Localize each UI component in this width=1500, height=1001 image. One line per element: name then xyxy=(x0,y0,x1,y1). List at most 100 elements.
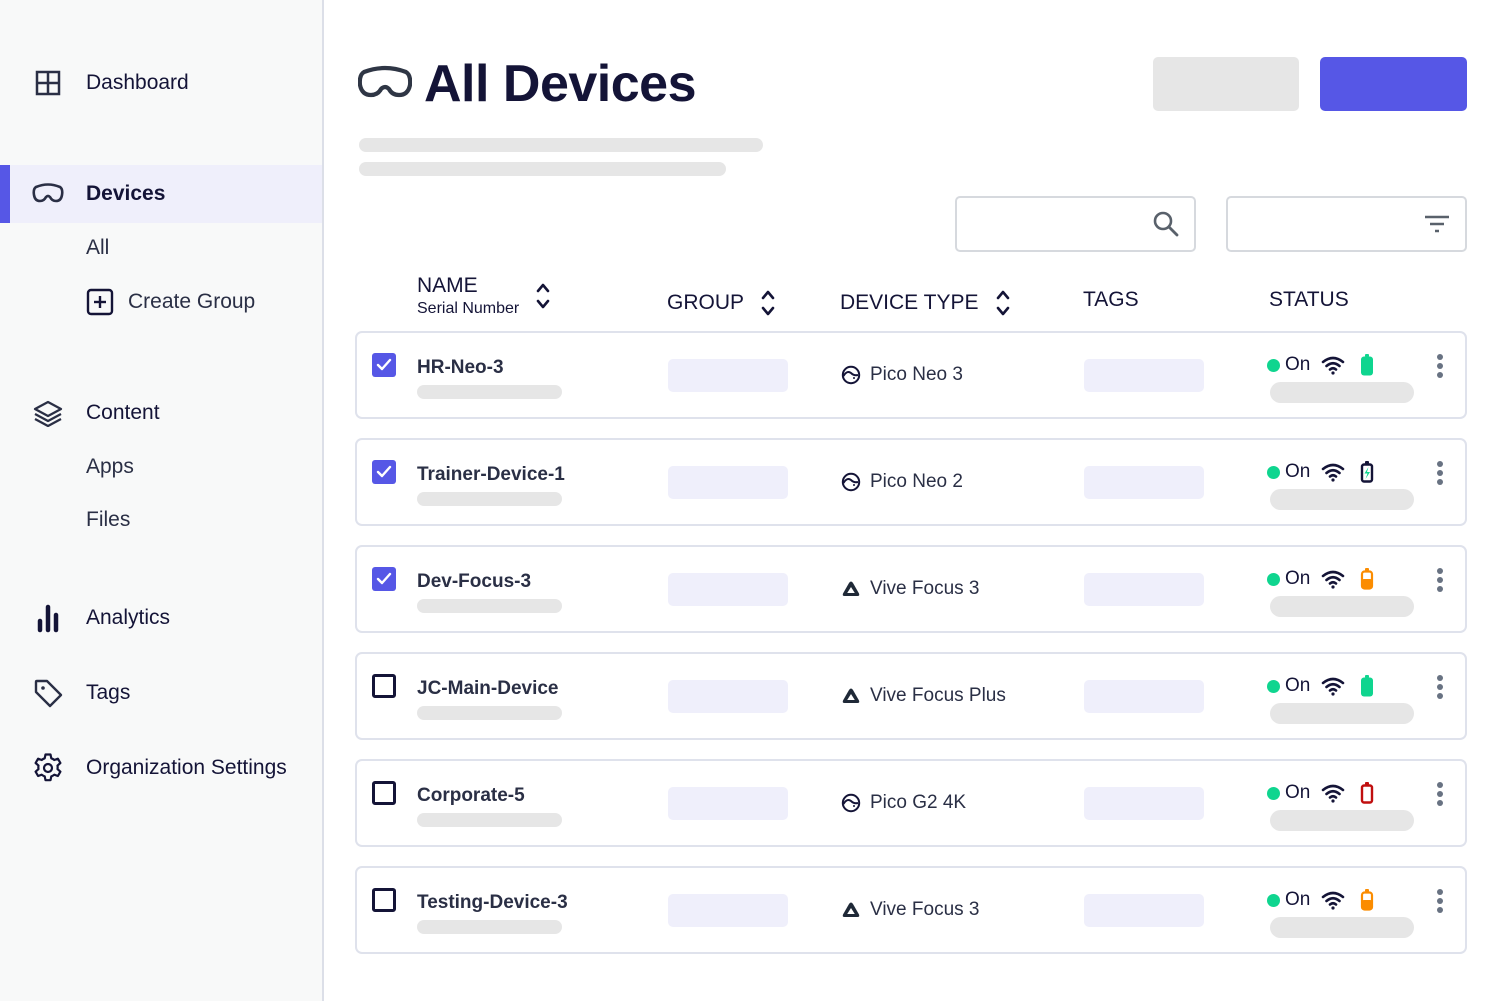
last-seen-placeholder xyxy=(1270,596,1414,617)
column-header-name-label: NAME xyxy=(417,274,478,297)
online-status-dot xyxy=(1267,786,1280,800)
online-status-dot xyxy=(1267,572,1280,586)
column-header-device-type-label: DEVICE TYPE xyxy=(840,291,979,314)
sidebar-item-label: Organization Settings xyxy=(86,756,287,779)
row-checkbox[interactable] xyxy=(372,674,396,698)
table-row[interactable]: Trainer-Device-1 Pico Neo 2 On xyxy=(355,438,1467,526)
serial-number-placeholder xyxy=(417,599,562,613)
wifi-icon xyxy=(1322,356,1345,375)
device-name[interactable]: Testing-Device-3 xyxy=(417,892,568,914)
more-options-icon[interactable] xyxy=(1431,566,1449,594)
group-placeholder xyxy=(668,894,788,927)
column-header-tags-label: TAGS xyxy=(1083,288,1139,311)
secondary-action-button[interactable] xyxy=(1153,57,1299,111)
device-type-label: Pico Neo 3 xyxy=(870,364,963,385)
sidebar-item-dashboard[interactable]: Dashboard xyxy=(0,54,322,112)
row-checkbox[interactable] xyxy=(372,353,396,377)
tags-placeholder xyxy=(1084,894,1204,927)
page-title: All Devices xyxy=(424,55,697,113)
sidebar-subitem-create-group[interactable]: Create Group xyxy=(86,288,255,316)
row-checkbox[interactable] xyxy=(372,781,396,805)
device-type: Vive Focus 3 xyxy=(841,899,979,921)
status-label: On xyxy=(1285,568,1311,589)
sort-icon[interactable] xyxy=(760,286,776,320)
status-label: On xyxy=(1285,354,1311,375)
row-checkbox[interactable] xyxy=(372,888,396,912)
headset-icon xyxy=(358,65,412,98)
last-seen-placeholder xyxy=(1270,917,1414,938)
status-label: On xyxy=(1285,675,1311,696)
wifi-icon xyxy=(1322,463,1345,482)
device-name[interactable]: Dev-Focus-3 xyxy=(417,571,531,593)
group-placeholder xyxy=(668,680,788,713)
checkmark-icon xyxy=(376,465,392,478)
primary-action-button[interactable] xyxy=(1320,57,1467,111)
column-header-group-label: GROUP xyxy=(667,291,745,314)
device-type-label: Vive Focus 3 xyxy=(870,578,980,599)
serial-number-placeholder xyxy=(417,813,562,827)
device-name[interactable]: Corporate-5 xyxy=(417,785,525,807)
vive-icon xyxy=(841,579,870,599)
group-placeholder xyxy=(668,573,788,606)
sidebar-item-tags[interactable]: Tags xyxy=(0,664,322,722)
more-options-icon[interactable] xyxy=(1431,673,1449,701)
description-placeholder-line-1 xyxy=(359,138,763,152)
wifi-icon xyxy=(1322,570,1345,589)
row-checkbox[interactable] xyxy=(372,460,396,484)
sidebar-item-devices[interactable]: Devices xyxy=(0,165,322,223)
tags-placeholder xyxy=(1084,680,1204,713)
sidebar-item-label: Devices xyxy=(86,182,166,205)
column-header-device-type[interactable]: DEVICE TYPE xyxy=(840,286,1011,320)
device-status: On xyxy=(1267,567,1375,591)
sort-icon[interactable] xyxy=(535,279,551,313)
battery-medium-icon xyxy=(1361,889,1374,911)
sidebar-subitem-apps[interactable]: Apps xyxy=(86,455,134,479)
row-checkbox[interactable] xyxy=(372,567,396,591)
device-name[interactable]: JC-Main-Device xyxy=(417,678,559,700)
device-name[interactable]: HR-Neo-3 xyxy=(417,357,504,379)
device-name[interactable]: Trainer-Device-1 xyxy=(417,464,565,486)
serial-number-placeholder xyxy=(417,492,562,506)
sidebar-item-content[interactable]: Content xyxy=(0,384,322,442)
checkmark-icon xyxy=(376,572,392,585)
sidebar-subitem-all[interactable]: All xyxy=(86,236,109,260)
device-type: Pico Neo 3 xyxy=(841,364,963,386)
search-field[interactable] xyxy=(955,196,1196,252)
column-header-name[interactable]: NAME Serial Number xyxy=(417,274,551,318)
sidebar-item-organization-settings[interactable]: Organization Settings xyxy=(0,739,322,797)
pico-icon xyxy=(841,472,870,492)
table-row[interactable]: HR-Neo-3 Pico Neo 3 On xyxy=(355,331,1467,419)
sidebar-subitem-files[interactable]: Files xyxy=(86,508,130,532)
column-header-serial-label: Serial Number xyxy=(417,300,520,317)
table-row[interactable]: JC-Main-Device Vive Focus Plus On xyxy=(355,652,1467,740)
sort-icon[interactable] xyxy=(995,286,1011,320)
column-header-group[interactable]: GROUP xyxy=(667,286,776,320)
last-seen-placeholder xyxy=(1270,382,1414,403)
table-row[interactable]: Testing-Device-3 Vive Focus 3 On xyxy=(355,866,1467,954)
more-options-icon[interactable] xyxy=(1431,887,1449,915)
page-header: All Devices xyxy=(358,54,697,114)
table-row[interactable]: Corporate-5 Pico G2 4K On xyxy=(355,759,1467,847)
more-options-icon[interactable] xyxy=(1431,780,1449,808)
search-icon[interactable] xyxy=(1152,210,1180,238)
filter-dropdown[interactable] xyxy=(1226,196,1467,252)
search-input[interactable] xyxy=(957,198,1137,248)
battery-full-icon xyxy=(1361,675,1374,697)
group-placeholder xyxy=(668,466,788,499)
battery-charging-icon xyxy=(1361,461,1374,483)
more-options-icon[interactable] xyxy=(1431,459,1449,487)
tags-placeholder xyxy=(1084,573,1204,606)
table-row[interactable]: Dev-Focus-3 Vive Focus 3 On xyxy=(355,545,1467,633)
serial-number-placeholder xyxy=(417,385,562,399)
tags-placeholder xyxy=(1084,787,1204,820)
sidebar-item-analytics[interactable]: Analytics xyxy=(0,589,322,647)
device-status: On xyxy=(1267,353,1375,377)
status-label: On xyxy=(1285,782,1311,803)
wifi-icon xyxy=(1322,784,1345,803)
sidebar-subitem-label: Apps xyxy=(86,455,134,478)
more-options-icon[interactable] xyxy=(1431,352,1449,380)
device-type: Vive Focus Plus xyxy=(841,685,1006,707)
last-seen-placeholder xyxy=(1270,703,1414,724)
device-type-label: Pico Neo 2 xyxy=(870,471,963,492)
battery-medium-icon xyxy=(1361,568,1374,590)
